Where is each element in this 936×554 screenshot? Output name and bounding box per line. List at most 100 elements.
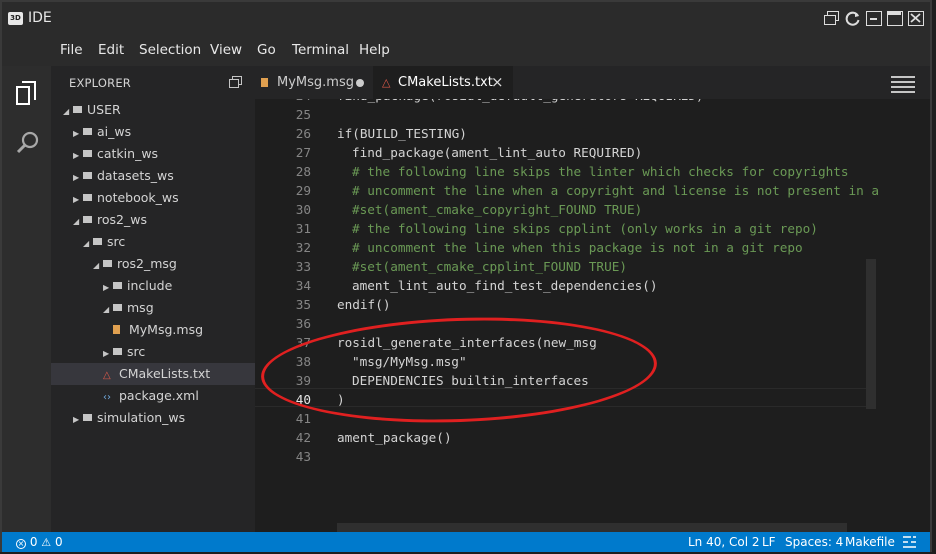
tree-item-label: USER	[87, 102, 121, 117]
tree-item-simulation-ws[interactable]: ▶ simulation_ws	[51, 407, 255, 429]
tree-item-label: src	[127, 344, 146, 359]
code-text: ament_lint_auto_find_test_dependencies()	[352, 278, 658, 293]
tree-item-ros2-msg[interactable]: ◢ ros2_msg	[51, 253, 255, 275]
tree-item-user[interactable]: ◢ USER	[51, 99, 255, 121]
menu-terminal[interactable]: Terminal	[292, 42, 349, 58]
code-text: DEPENDENCIES builtin_interfaces	[352, 373, 589, 388]
code-editor[interactable]: 24find_package(rosidl_default_generators…	[255, 99, 930, 532]
line-number: 41	[295, 411, 311, 426]
close-tab-icon[interactable]: ×	[491, 66, 504, 99]
chevron-right-icon[interactable]: ▶	[103, 343, 113, 365]
tree-item-src[interactable]: ◢ src	[51, 231, 255, 253]
horizontal-scrollbar[interactable]	[337, 523, 847, 532]
tab-mymsg[interactable]: MyMsg.msg	[255, 66, 373, 99]
line-number: 34	[295, 278, 311, 293]
minimize-icon[interactable]	[866, 11, 882, 26]
line-number: 29	[295, 183, 311, 198]
tree-item-notebook-ws[interactable]: ▶ notebook_ws	[51, 187, 255, 209]
tree-item-package-xml[interactable]: ‹› package.xml	[51, 385, 255, 407]
menu-edit[interactable]: Edit	[98, 42, 124, 58]
code-line: 32 # uncomment the line when this package…	[255, 238, 930, 257]
tree-item-label: include	[127, 278, 173, 293]
line-number: 26	[295, 126, 311, 141]
problems-indicator[interactable]: × 0 ⚠ 0	[16, 535, 63, 549]
tree-item-mymsg-msg[interactable]: MyMsg.msg	[51, 319, 255, 341]
restore-icon[interactable]	[824, 11, 840, 26]
chevron-right-icon[interactable]: ▶	[73, 189, 83, 211]
tree-item-include[interactable]: ▶ include	[51, 275, 255, 297]
tree-item-msg[interactable]: ◢ msg	[51, 297, 255, 319]
tree-item-ros2-ws[interactable]: ◢ ros2_ws	[51, 209, 255, 231]
folder-icon	[103, 260, 112, 267]
chevron-right-icon[interactable]: ▶	[73, 167, 83, 189]
code-comment: #set(ament_cmake_copyright_FOUND TRUE)	[352, 202, 643, 217]
line-number: 40	[295, 392, 311, 407]
folder-icon	[83, 150, 92, 157]
explorer-icon[interactable]	[16, 81, 38, 107]
cmake-file-icon: △	[382, 76, 391, 89]
menu-selection[interactable]: Selection	[139, 42, 201, 58]
language-mode[interactable]: Makefile	[845, 535, 895, 549]
close-icon[interactable]	[908, 11, 924, 26]
tree-item-label: datasets_ws	[97, 168, 174, 183]
msg-file-icon	[113, 321, 129, 343]
code-comment: # uncomment the line when a copyright an…	[352, 183, 880, 198]
chevron-down-icon[interactable]: ◢	[63, 101, 73, 123]
menu-view[interactable]: View	[210, 42, 242, 58]
code-line: 39 DEPENDENCIES builtin_interfaces	[255, 371, 930, 390]
code-line: 38 "msg/MyMsg.msg"	[255, 352, 930, 371]
code-comment: # uncomment the line when this package i…	[352, 240, 803, 255]
code-text: endif()	[337, 297, 391, 312]
outline-menu-icon[interactable]	[891, 76, 915, 93]
explorer-header: EXPLORER	[69, 76, 131, 90]
search-icon[interactable]	[15, 130, 41, 156]
chevron-right-icon[interactable]: ▶	[73, 409, 83, 431]
code-comment: # the following line skips the linter wh…	[352, 164, 849, 179]
code-text: rosidl_generate_interfaces(new_msg	[337, 335, 597, 350]
tree-item-label: src	[107, 234, 126, 249]
modified-dot-icon[interactable]	[356, 79, 364, 87]
menu-file[interactable]: File	[60, 42, 83, 58]
chevron-right-icon[interactable]: ▶	[103, 277, 113, 299]
tree-item-cmakelists-txt[interactable]: △ CMakeLists.txt	[51, 363, 255, 385]
code-line: 42 ament_package()	[255, 428, 930, 447]
line-number: 36	[295, 316, 311, 331]
cursor-position[interactable]: Ln 40, Col 2	[688, 535, 760, 549]
menu-go[interactable]: Go	[257, 42, 276, 58]
folder-icon	[113, 348, 122, 355]
tab-cmakelists[interactable]: △ CMakeLists.txt ×	[373, 66, 513, 99]
vertical-scrollbar[interactable]	[866, 259, 876, 409]
chevron-down-icon[interactable]: ◢	[83, 233, 93, 255]
tree-item-label: notebook_ws	[97, 190, 179, 205]
tree-item-src[interactable]: ▶ src	[51, 341, 255, 363]
collapse-all-icon[interactable]	[229, 76, 242, 88]
line-number: 25	[295, 107, 311, 122]
menu-help[interactable]: Help	[359, 42, 390, 58]
code-text: ament_package()	[337, 430, 452, 445]
tree-item-ai-ws[interactable]: ▶ ai_ws	[51, 121, 255, 143]
tree-item-label: catkin_ws	[97, 146, 159, 161]
indentation[interactable]: Spaces: 4	[785, 535, 843, 549]
refresh-icon[interactable]	[845, 11, 861, 26]
chevron-down-icon[interactable]: ◢	[103, 299, 113, 321]
line-ending[interactable]: LF	[762, 535, 776, 549]
folder-icon	[113, 304, 122, 311]
status-bar: × 0 ⚠ 0 Ln 40, Col 2 LF Spaces: 4 Makefi…	[2, 532, 930, 552]
tree-item-label: ros2_msg	[117, 256, 177, 271]
xml-file-icon: ‹›	[103, 392, 111, 403]
tree-item-label: ros2_ws	[97, 212, 147, 227]
tree-item-catkin-ws[interactable]: ▶ catkin_ws	[51, 143, 255, 165]
chevron-down-icon[interactable]: ◢	[73, 211, 83, 233]
chevron-down-icon[interactable]: ◢	[93, 255, 103, 277]
notifications-icon[interactable]	[902, 536, 917, 548]
line-number: 27	[295, 145, 311, 160]
chevron-right-icon[interactable]: ▶	[73, 145, 83, 167]
folder-icon	[83, 194, 92, 201]
chevron-right-icon[interactable]: ▶	[73, 123, 83, 145]
tree-item-datasets-ws[interactable]: ▶ datasets_ws	[51, 165, 255, 187]
activity-bar	[2, 66, 51, 532]
line-number: 32	[295, 240, 311, 255]
maximize-icon[interactable]	[887, 11, 903, 26]
msg-file-icon	[261, 78, 268, 87]
tree-item-label: MyMsg.msg	[129, 322, 204, 337]
